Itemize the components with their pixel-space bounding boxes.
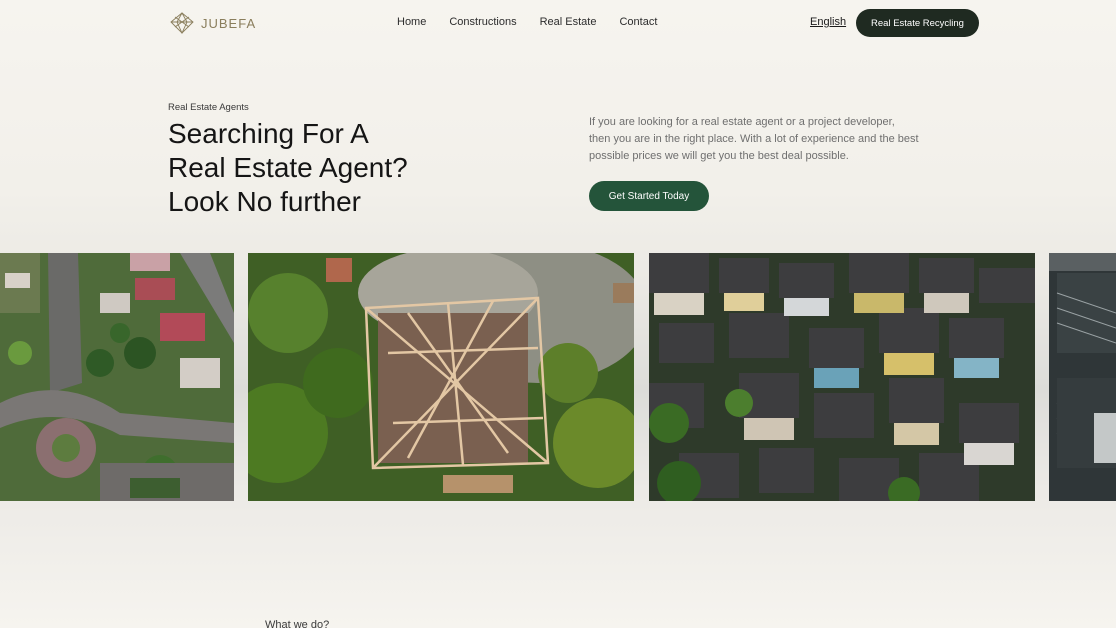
hero-description: If you are looking for a real estate age… [589, 116, 919, 162]
site-header: JUBEFA Home Constructions Real Estate Co… [0, 0, 1116, 46]
hero-title-line: Real Estate Agent? [168, 152, 408, 183]
construction-frame-image [248, 253, 634, 501]
gallery-photo-construction[interactable] [248, 253, 634, 501]
brand-logo[interactable]: JUBEFA [169, 11, 256, 35]
aerial-suburb-image [0, 253, 234, 501]
nav-item-home[interactable]: Home [397, 16, 426, 28]
building-balconies-image [1049, 253, 1116, 501]
gallery-photo-building[interactable] [1049, 253, 1116, 501]
nav-item-constructions[interactable]: Constructions [449, 16, 516, 28]
hero-title-line: Look No further [168, 186, 361, 217]
brand-name: JUBEFA [201, 15, 257, 31]
diamond-lines-icon [170, 12, 194, 35]
real-estate-recycling-button[interactable]: Real Estate Recycling [856, 9, 979, 37]
hero-title-line: Searching For A [168, 118, 369, 149]
gallery-photo-suburb[interactable] [0, 253, 234, 501]
aerial-houses-image [649, 253, 1035, 501]
nav-item-contact[interactable]: Contact [619, 16, 657, 28]
gallery-photo-houses[interactable] [649, 253, 1035, 501]
hero-title: Searching For A Real Estate Agent? Look … [168, 117, 468, 219]
main-nav: Home Constructions Real Estate Contact [397, 16, 657, 28]
nav-item-real-estate[interactable]: Real Estate [540, 16, 597, 28]
next-section-heading: What we do? [265, 619, 330, 628]
get-started-button[interactable]: Get Started Today [589, 181, 709, 211]
photo-gallery [0, 253, 1116, 501]
language-switch[interactable]: English [810, 16, 846, 28]
hero-eyebrow: Real Estate Agents [168, 102, 249, 113]
